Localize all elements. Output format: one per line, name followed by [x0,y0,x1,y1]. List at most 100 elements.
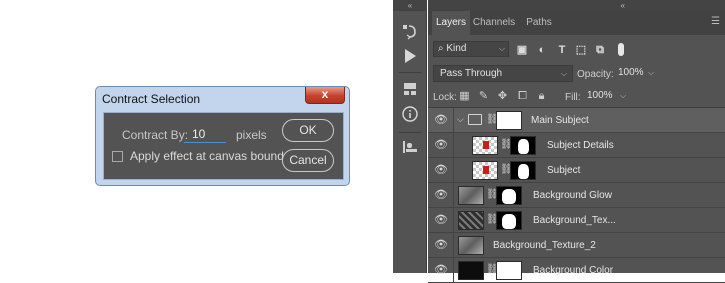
layer-row-background-glow[interactable]: 👁︎ ⛓︎ Background Glow [428,183,725,208]
layer-name[interactable]: Subject [547,165,580,176]
collapse-strip-button[interactable]: « [393,0,427,11]
eye-icon[interactable]: 👁︎ [434,238,448,252]
mask-shape [518,164,529,179]
layer-name[interactable]: Background Glow [533,190,612,201]
layer-thumbnail[interactable] [458,186,484,205]
mask-shape [502,189,516,204]
smart-object-filter-icon[interactable]: ⧉ [594,44,606,56]
tab-channels[interactable]: Channels [472,11,516,35]
layer-thumbnail[interactable] [458,236,484,255]
blend-row: Pass Through ⌵ Opacity: 100% ⌵ [428,63,725,85]
panel-menu-icon[interactable]: ☰ [711,16,723,28]
fill-dropdown-icon[interactable]: ⌵ [620,91,626,101]
layer-thumbnail[interactable] [472,161,498,180]
toolbar-divider [399,132,421,133]
type-filter-icon[interactable]: T [556,44,568,56]
link-icon[interactable]: ⛓︎ [486,264,499,276]
filter-row: ⌕ Kind ⌵ ▣ ◐ T ⬚ ⧉ [428,35,725,63]
layer-name[interactable]: Background_Texture_2 [493,240,596,251]
panel-tab-bar: Layers Channels Paths ☰ [428,11,725,35]
link-icon[interactable]: ⛓︎ [500,164,513,176]
layer-row-subject-details[interactable]: 👁︎ ⛓︎ Subject Details [428,133,725,158]
lock-image-icon[interactable]: ✎ [477,90,490,103]
layer-row-background-color[interactable]: 👁︎ ⛓︎ Background Color [428,258,725,283]
mask-shape [502,214,516,229]
link-icon[interactable]: ⛓︎ [486,214,499,226]
adjustments-icon[interactable] [401,80,419,98]
cancel-button[interactable]: Cancel [282,149,334,172]
link-icon[interactable]: ⛓︎ [500,139,513,151]
layer-mask-thumbnail[interactable] [510,136,536,155]
contract-selection-dialog: Contract Selection x Contract By: 10 pix… [95,86,350,186]
eye-icon[interactable]: 👁︎ [434,138,448,152]
eye-icon[interactable]: 👁︎ [434,263,448,277]
layer-row-background-texture[interactable]: 👁︎ ⛓︎ Background_Tex... [428,208,725,233]
subject-figure-icon [483,141,489,149]
link-icon[interactable]: ⛓︎ [486,114,499,126]
ok-button[interactable]: OK [282,119,334,142]
adjustment-filter-icon[interactable]: ◐ [536,44,548,56]
opacity-label: Opacity: [577,69,614,80]
layer-name[interactable]: Background_Tex... [533,215,616,226]
opacity-input[interactable]: 100% [614,66,644,82]
canvas-bounds-checkbox[interactable] [112,151,123,162]
eye-icon[interactable]: 👁︎ [434,163,448,177]
group-mask-thumbnail[interactable] [496,111,522,130]
filter-kind-value: Kind [446,43,467,54]
layer-mask-thumbnail[interactable] [496,211,522,230]
visibility-cell: 👁︎ [428,133,454,158]
layer-name[interactable]: Background Color [533,265,613,276]
layer-mask-thumbnail[interactable] [496,186,522,205]
pixels-unit-label: pixels [236,128,267,142]
tab-paths[interactable]: Paths [522,11,556,35]
contract-by-label: Contract By: [122,128,189,142]
link-icon[interactable]: ⛓︎ [486,189,499,201]
visibility-cell: 👁︎ [428,233,454,258]
layer-row-background-texture-2[interactable]: 👁︎ Background_Texture_2 [428,233,725,258]
subject-figure-icon [483,166,489,174]
filter-kind-select[interactable]: ⌕ Kind ⌵ [433,41,509,57]
tab-layers[interactable]: Layers [432,11,470,35]
layer-name[interactable]: Subject Details [547,140,614,151]
history-icon[interactable] [401,22,419,40]
eye-icon[interactable]: 👁︎ [434,113,448,127]
layer-thumbnail[interactable] [458,261,484,280]
layer-thumbnail[interactable] [472,136,498,155]
canvas-bounds-label[interactable]: Apply effect at canvas bounds [130,149,290,163]
mask-shape [518,139,529,154]
collapse-panel-button[interactable]: « [428,0,725,11]
contract-by-input[interactable]: 10 [184,125,226,143]
fill-input[interactable]: 100% [583,89,617,105]
layer-mask-thumbnail[interactable] [496,261,522,280]
lock-artboard-icon[interactable]: ⧠ [516,90,529,103]
chevron-down-icon[interactable]: ⌵ [457,114,464,125]
eye-icon[interactable]: 👁︎ [434,213,448,227]
opacity-value: 100% [618,67,644,78]
folder-icon [468,114,482,125]
shape-filter-icon[interactable]: ⬚ [575,44,587,56]
info-icon[interactable] [401,105,419,123]
pixel-filter-icon[interactable]: ▣ [516,44,528,56]
eye-icon[interactable]: 👁︎ [434,188,448,202]
dialog-title: Contract Selection [102,92,201,106]
layer-mask-thumbnail[interactable] [510,161,536,180]
visibility-cell: 👁︎ [428,258,454,283]
layer-thumbnail[interactable] [458,211,484,230]
fill-value: 100% [587,90,613,101]
opacity-dropdown-icon[interactable]: ⌵ [648,68,654,78]
lock-transparent-icon[interactable]: ▦ [458,90,471,103]
play-icon[interactable] [401,47,419,65]
clone-source-icon[interactable] [401,138,419,156]
layers-panel: « Layers Channels Paths ☰ ⌕ Kind ⌵ ▣ ◐ T… [428,0,725,283]
lock-all-icon[interactable]: 🔒︎ [535,90,548,103]
chevron-down-icon: ⌵ [560,69,567,78]
filter-toggle[interactable] [618,43,624,56]
visibility-cell: 👁︎ [428,208,454,233]
layer-row-main-subject[interactable]: 👁︎ ⌵ ⛓︎ Main Subject [428,108,725,133]
layer-row-subject[interactable]: 👁︎ ⛓︎ Subject [428,158,725,183]
layer-name[interactable]: Main Subject [531,115,589,126]
close-button[interactable]: x [305,87,345,104]
blend-mode-select[interactable]: Pass Through ⌵ [433,65,573,82]
blend-mode-value: Pass Through [440,68,503,79]
lock-position-icon[interactable]: ✥ [496,90,509,103]
